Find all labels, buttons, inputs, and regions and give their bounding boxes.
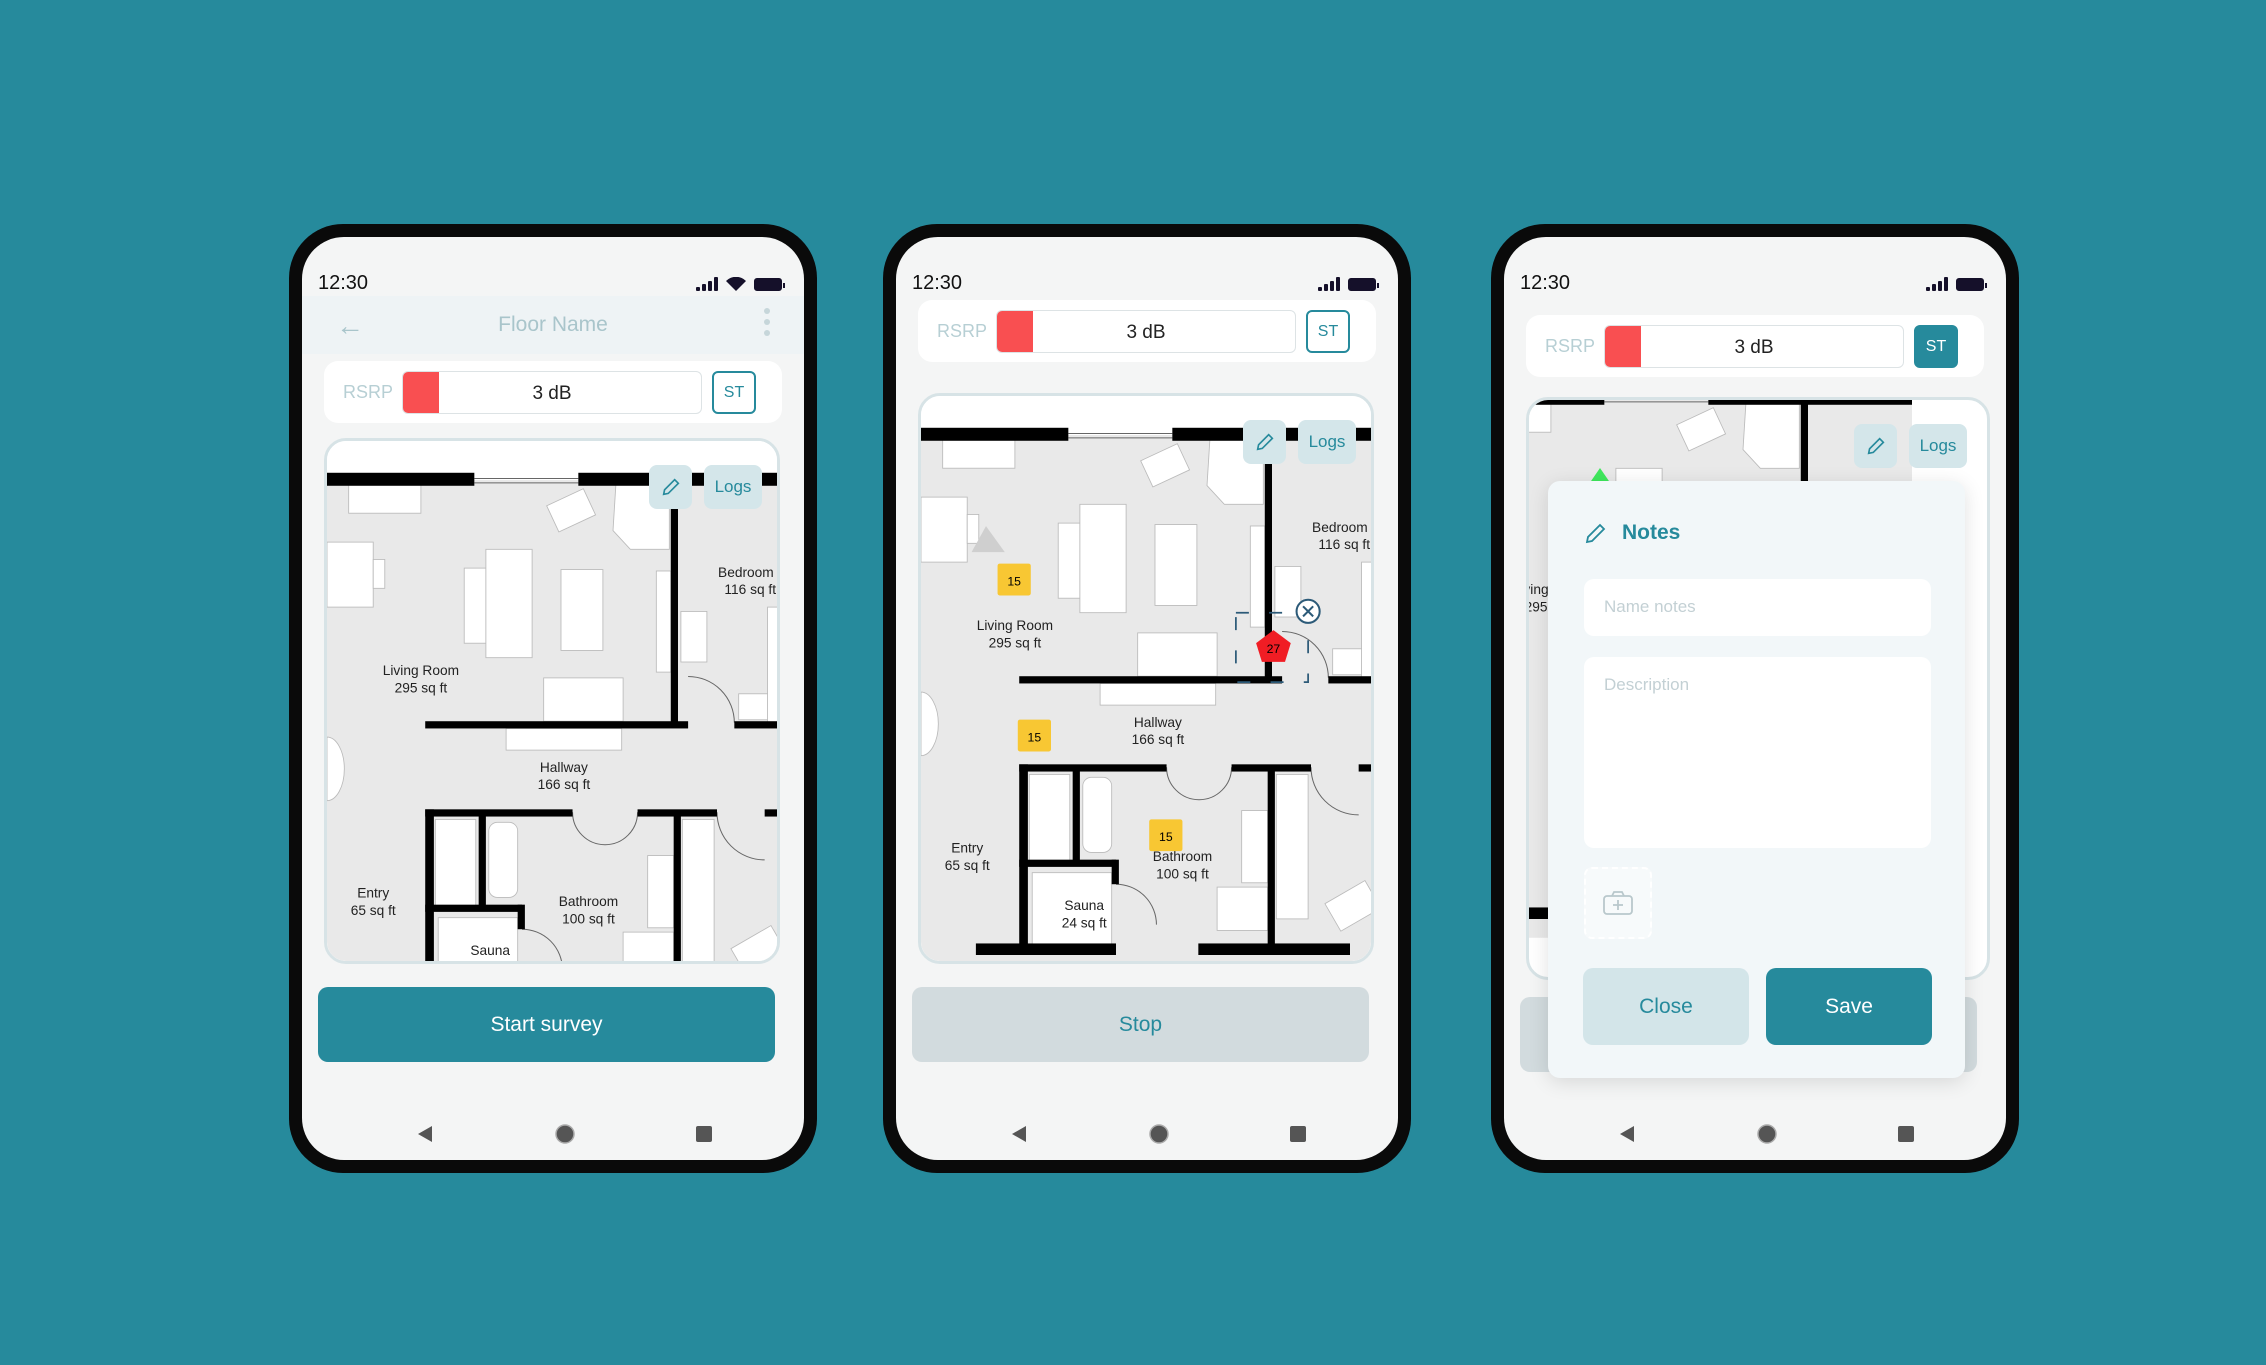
pencil-icon: [1867, 437, 1885, 455]
nav-back-icon[interactable]: [1616, 1123, 1638, 1145]
wifi-icon: [726, 277, 746, 291]
signal-value: 3 dB: [532, 383, 572, 404]
st-button[interactable]: ST: [1306, 310, 1350, 353]
room-label-bedroom: Bedroom: [718, 565, 774, 580]
camera-plus-icon: [1603, 891, 1633, 915]
signal-icon: [1926, 277, 1948, 291]
phone-notes-dialog: 12:30 RSRP 3 dB ST Living 295 Entry 65 s…: [1491, 224, 2019, 1173]
status-time: 12:30: [318, 272, 369, 294]
room-label-hallway: Hallway: [540, 760, 588, 775]
nav-home-icon[interactable]: [1756, 1123, 1778, 1145]
survey-markers: 15 15 15 27: [971, 526, 1321, 852]
stop-button[interactable]: Stop: [912, 987, 1369, 1062]
pencil-icon: [662, 478, 680, 496]
position-triangle-icon: [971, 526, 1005, 553]
svg-text:15: 15: [1028, 730, 1042, 744]
battery-icon: [1348, 278, 1379, 291]
start-survey-button[interactable]: Start survey: [318, 987, 775, 1062]
page-title: Floor Name: [498, 313, 608, 336]
status-icons: [1318, 277, 1379, 291]
more-vertical-icon[interactable]: [764, 308, 770, 336]
nav-home-icon[interactable]: [554, 1123, 576, 1145]
room-label-bathroom: Bathroom: [559, 894, 618, 909]
marker-15[interactable]: 15: [997, 563, 1031, 596]
status-icons: [696, 277, 785, 291]
screen: 12:30 ← Floor Name RSRP 3 dB ST Living R…: [302, 237, 804, 1160]
battery-icon: [754, 278, 785, 291]
rsrp-meter: RSRP 3 dB ST: [918, 300, 1376, 362]
floor-map[interactable]: Living Room 295 sq ft Bedroom 116 sq ft …: [324, 438, 780, 964]
save-button[interactable]: Save: [1766, 968, 1932, 1045]
signal-icon: [696, 277, 718, 291]
svg-text:15: 15: [1159, 830, 1173, 844]
st-button[interactable]: ST: [712, 371, 756, 414]
logs-button[interactable]: Logs: [1298, 420, 1356, 464]
phone-survey-running: 12:30 RSRP 3 dB ST Living Room 295 sq ft…: [883, 224, 1411, 1173]
description-textarea[interactable]: Description: [1584, 657, 1931, 848]
edit-button[interactable]: [1854, 424, 1897, 468]
app-header: ← Floor Name: [302, 296, 804, 354]
close-button[interactable]: Close: [1583, 968, 1749, 1045]
name-notes-input[interactable]: Name notes: [1584, 579, 1931, 636]
room-area-hallway: 166 sq ft: [538, 777, 591, 792]
screen: 12:30 RSRP 3 dB ST: [1504, 237, 2006, 1160]
marker-27-selected[interactable]: 27: [1256, 630, 1291, 662]
notes-title-text: Notes: [1622, 521, 1681, 544]
room-label-living-room: Living Room: [383, 663, 459, 678]
phone-survey-start: 12:30 ← Floor Name RSRP 3 dB ST Living R…: [289, 224, 817, 1173]
battery-icon: [1956, 278, 1987, 291]
floor-map[interactable]: Living Room 295 sq ft Bedroom 116 sq ft …: [918, 393, 1374, 964]
nav-home-icon[interactable]: [1148, 1123, 1170, 1145]
rsrp-meter: RSRP 3 dB ST: [1526, 315, 1984, 377]
room-area-bedroom: 116 sq ft: [724, 582, 776, 597]
nav-recents-icon[interactable]: [693, 1123, 715, 1145]
room-area-living-room: 295 sq ft: [395, 680, 448, 695]
edit-button[interactable]: [1243, 420, 1286, 464]
signal-value: 3 dB: [1734, 337, 1774, 358]
pencil-icon: [1585, 523, 1606, 544]
pencil-icon: [1256, 433, 1274, 451]
svg-text:15: 15: [1007, 574, 1021, 588]
signal-value: 3 dB: [1126, 322, 1166, 343]
rsrp-label: RSRP: [937, 321, 988, 341]
signal-level-bar: 3 dB: [996, 310, 1296, 353]
room-label-entry: Entry: [357, 885, 389, 900]
nav-recents-icon[interactable]: [1895, 1123, 1917, 1145]
room-area-entry: 65 sq ft: [351, 903, 396, 918]
floor-plan: Living Room 295 sq ft Bedroom 116 sq ft …: [327, 441, 777, 964]
edit-button[interactable]: [649, 465, 692, 509]
status-icons: [1926, 277, 1987, 291]
add-photo-button[interactable]: [1584, 867, 1652, 939]
remove-marker-icon[interactable]: [1295, 598, 1321, 624]
room-area-sauna: 24 sq ft: [468, 961, 513, 964]
notes-dialog: Notes Name notes Description Close Save: [1548, 481, 1965, 1078]
signal-level-bar: 3 dB: [402, 371, 702, 414]
nav-back-icon[interactable]: [414, 1123, 436, 1145]
nav-recents-icon[interactable]: [1287, 1123, 1309, 1145]
notes-title: Notes: [1584, 521, 1680, 545]
status-time: 12:30: [1520, 272, 1571, 294]
screen: 12:30 RSRP 3 dB ST: [896, 237, 1398, 1160]
marker-15[interactable]: 15: [1017, 719, 1051, 752]
room-area-bathroom: 100 sq ft: [562, 911, 615, 926]
marker-15[interactable]: 15: [1149, 819, 1183, 852]
signal-level-bar: 3 dB: [1604, 325, 1904, 368]
svg-text:27: 27: [1267, 642, 1281, 656]
rsrp-label: RSRP: [343, 382, 394, 402]
status-time: 12:30: [912, 272, 963, 294]
nav-back-icon[interactable]: [1008, 1123, 1030, 1145]
back-arrow-icon[interactable]: ←: [336, 310, 364, 342]
logs-button[interactable]: Logs: [704, 465, 762, 509]
room-label-sauna: Sauna: [470, 943, 510, 958]
st-button[interactable]: ST: [1914, 325, 1958, 368]
rsrp-meter: RSRP 3 dB ST: [324, 361, 782, 423]
signal-icon: [1318, 277, 1340, 291]
rsrp-label: RSRP: [1545, 336, 1596, 356]
logs-button[interactable]: Logs: [1909, 424, 1967, 468]
